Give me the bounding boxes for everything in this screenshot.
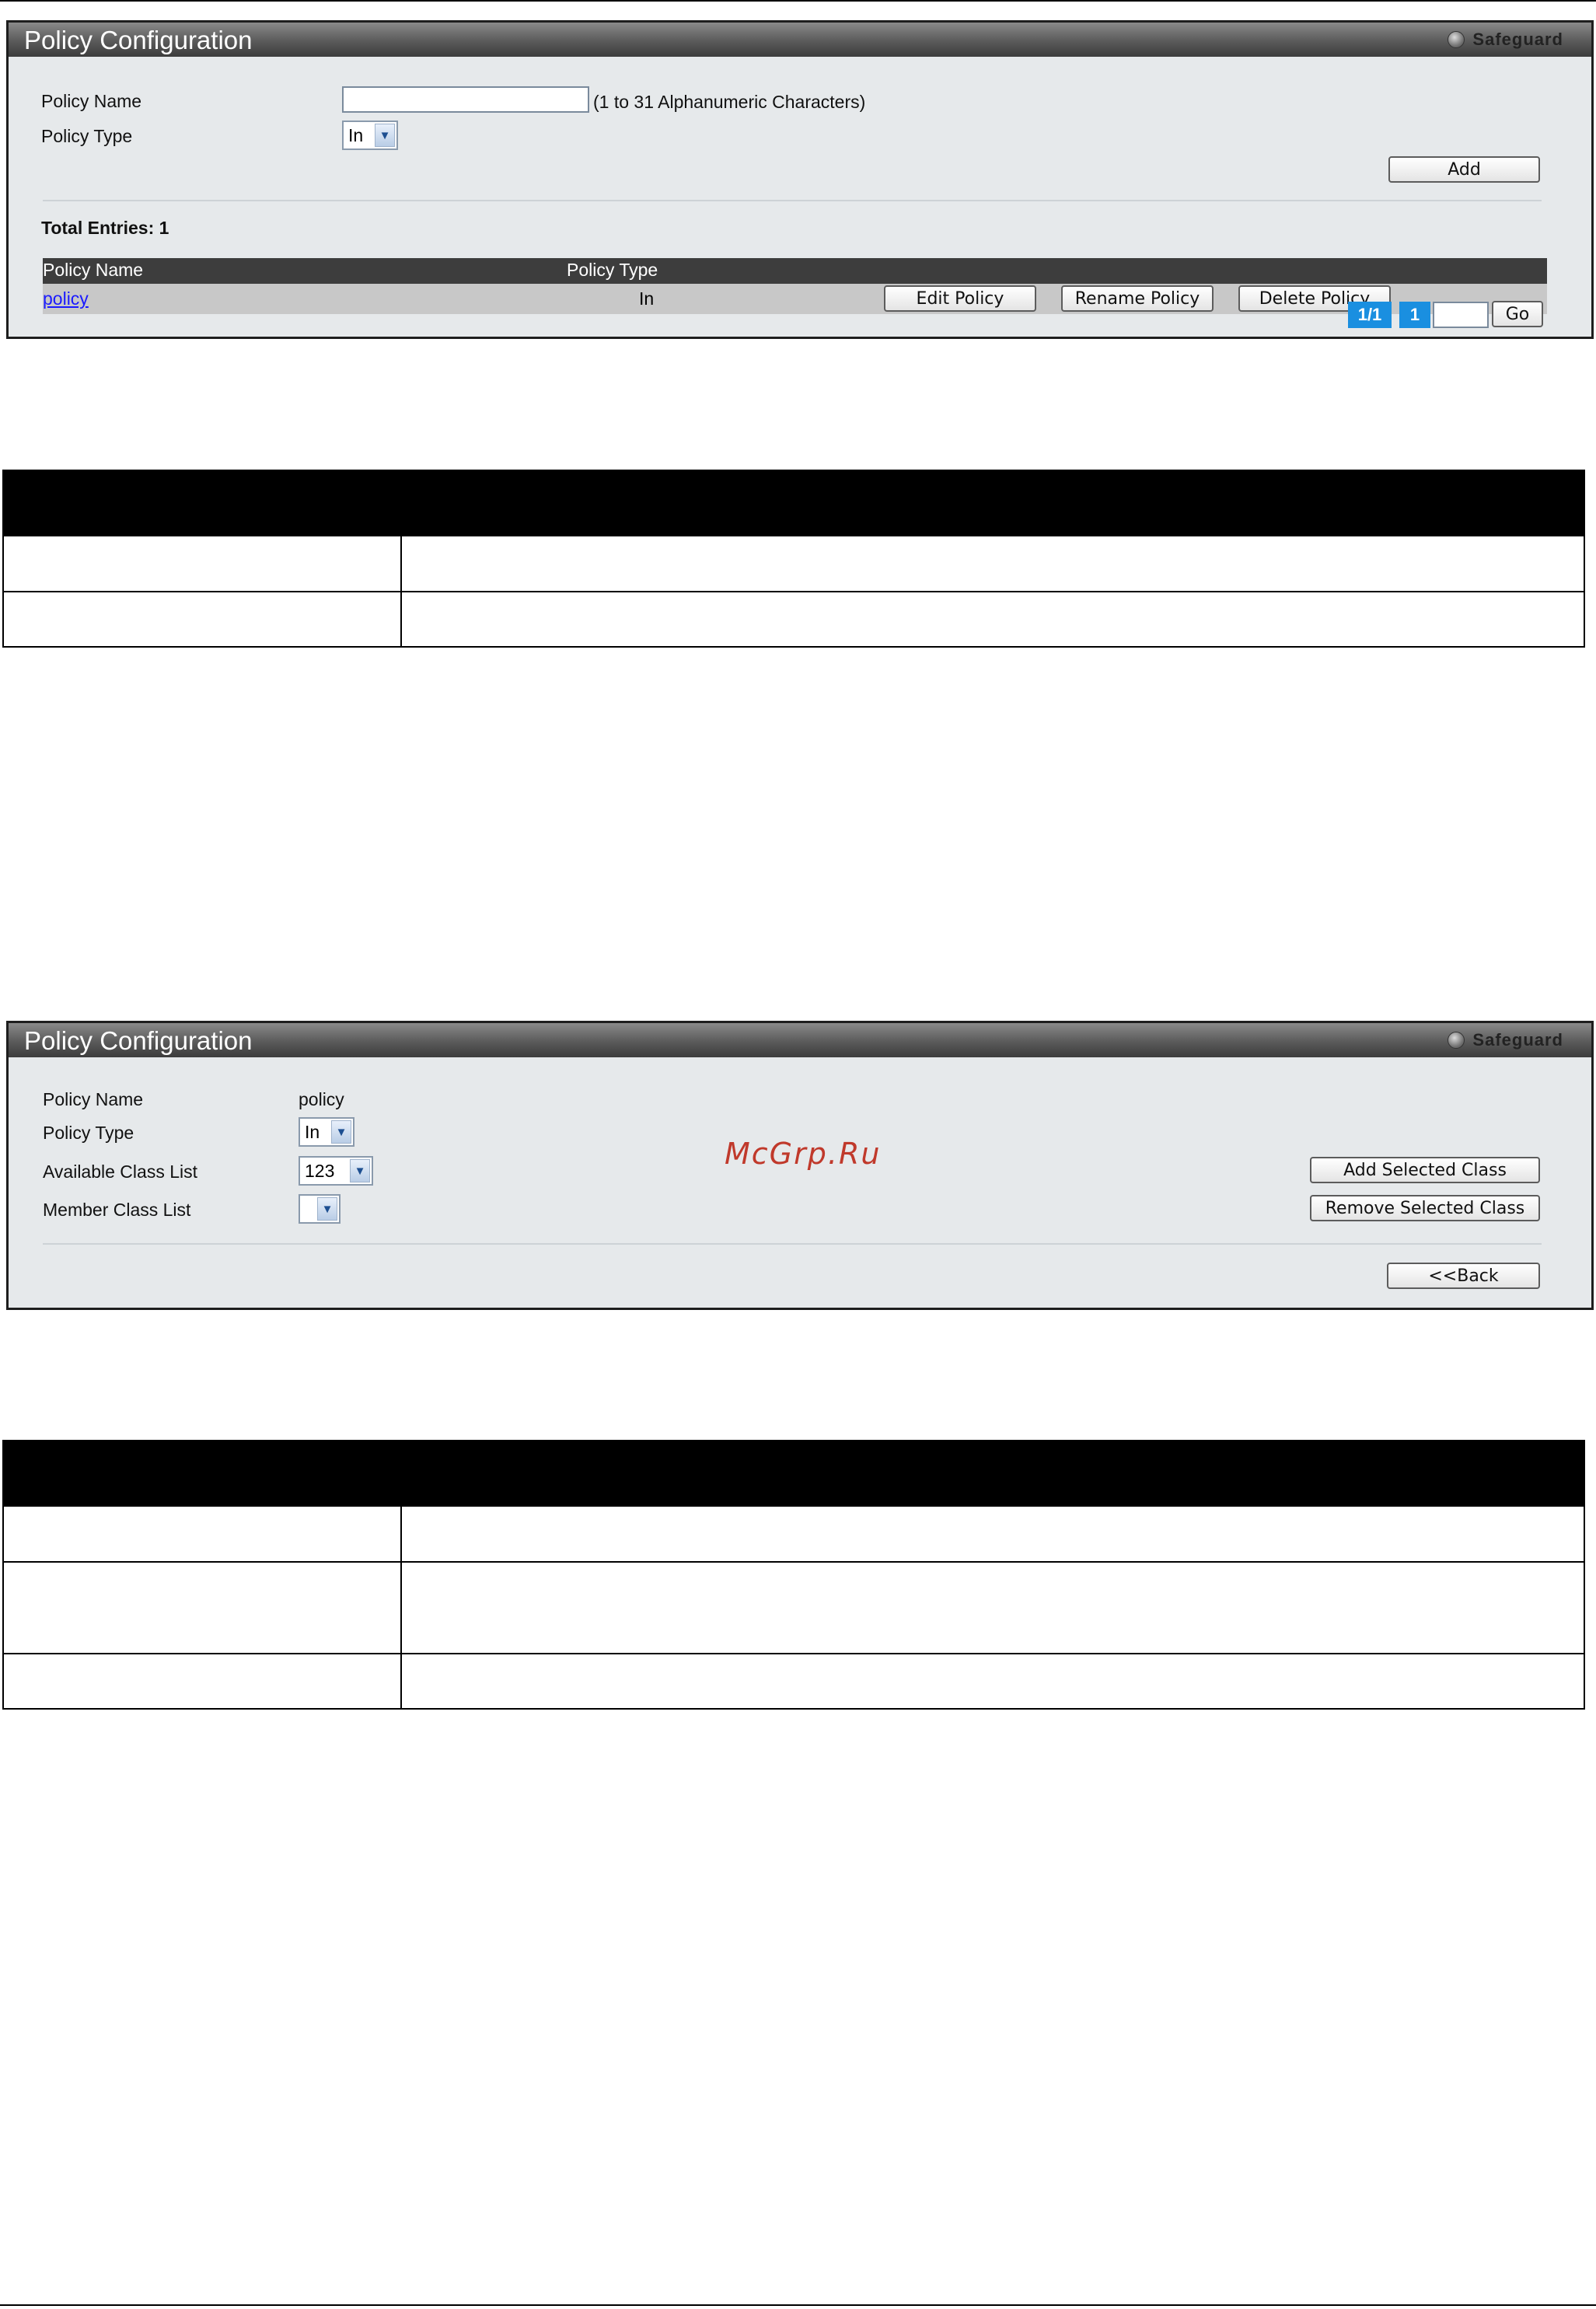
available-class-value: 123 <box>305 1160 335 1181</box>
available-class-list-label: Available Class List <box>43 1161 198 1182</box>
table-row <box>2 591 1585 648</box>
member-class-list-label: Member Class List <box>43 1200 191 1220</box>
parameter-cell <box>2 591 402 648</box>
table-row <box>2 1505 1585 1563</box>
policy-name-hint: (1 to 31 Alphanumeric Characters) <box>593 92 866 112</box>
bottom-rule <box>0 2304 1596 2306</box>
parameter-table-2 <box>2 1440 1585 1710</box>
top-rule <box>0 0 1596 2</box>
panel-header: Policy Configuration Safeguard <box>9 1023 1591 1057</box>
panel-title: Policy Configuration <box>24 26 253 54</box>
page-number-link[interactable]: 1 <box>1399 302 1430 328</box>
policy-name-value: policy <box>299 1089 344 1109</box>
description-cell <box>400 1505 1585 1563</box>
panel-title: Policy Configuration <box>24 1026 253 1055</box>
policy-link[interactable]: policy <box>43 288 89 309</box>
policy-name-label: Policy Name <box>43 1089 144 1109</box>
safeguard-label: Safeguard <box>1472 30 1563 49</box>
goto-page-input[interactable] <box>1433 302 1489 328</box>
policy-type-select[interactable]: In ▼ <box>299 1117 354 1147</box>
safeguard-indicator: Safeguard <box>1448 1030 1563 1050</box>
parameter-cell <box>2 1561 402 1654</box>
available-class-list-select[interactable]: 123 ▼ <box>299 1156 373 1186</box>
parameter-table-1 <box>2 470 1585 648</box>
parameter-cell <box>2 535 402 592</box>
member-class-list-select[interactable]: ▼ <box>299 1194 341 1224</box>
panel-header: Policy Configuration Safeguard <box>9 23 1591 57</box>
policy-type-cell: In <box>639 288 655 309</box>
chevron-down-icon[interactable]: ▼ <box>317 1197 337 1221</box>
safeguard-label: Safeguard <box>1472 1030 1563 1050</box>
back-button[interactable]: <<Back <box>1387 1263 1540 1289</box>
chevron-down-icon[interactable]: ▼ <box>375 124 395 147</box>
policy-type-value: In <box>305 1121 320 1142</box>
description-cell <box>400 1561 1585 1654</box>
policy-type-value: In <box>348 124 364 145</box>
table-header-row <box>2 1440 1585 1507</box>
total-entries: Total Entries: 1 <box>41 218 169 238</box>
chevron-down-icon[interactable]: ▼ <box>350 1159 370 1182</box>
table-row <box>2 1653 1585 1710</box>
description-header <box>400 470 1585 536</box>
policy-type-select[interactable]: In ▼ <box>342 121 398 150</box>
description-header <box>400 1440 1585 1507</box>
page-indicator: 1/1 <box>1348 302 1392 328</box>
add-button[interactable]: Add <box>1388 156 1540 183</box>
description-cell <box>400 591 1585 648</box>
policy-name-input[interactable] <box>342 86 589 113</box>
safeguard-icon <box>1448 31 1465 48</box>
safeguard-icon <box>1448 1032 1465 1049</box>
chevron-down-icon[interactable]: ▼ <box>331 1120 351 1144</box>
table-header: Policy Name Policy Type <box>43 258 1547 284</box>
parameter-header <box>2 1440 402 1507</box>
watermark: McGrp.Ru <box>725 1137 882 1171</box>
table-row: policy In Edit Policy Rename Policy Dele… <box>43 284 1547 314</box>
parameter-header <box>2 470 402 536</box>
policy-type-label: Policy Type <box>43 1123 134 1143</box>
table-row <box>2 535 1585 592</box>
remove-selected-class-button[interactable]: Remove Selected Class <box>1310 1195 1540 1221</box>
table-row <box>2 1561 1585 1654</box>
policy-type-label: Policy Type <box>41 126 133 146</box>
column-policy-name: Policy Name <box>43 260 144 280</box>
add-selected-class-button[interactable]: Add Selected Class <box>1310 1157 1540 1183</box>
divider <box>43 1243 1542 1245</box>
column-policy-type: Policy Type <box>567 260 658 280</box>
table-header-row <box>2 470 1585 536</box>
safeguard-indicator: Safeguard <box>1448 30 1563 50</box>
policy-name-label: Policy Name <box>41 91 142 111</box>
go-button[interactable]: Go <box>1492 301 1543 327</box>
description-cell <box>400 535 1585 592</box>
policy-list-panel: Policy Configuration Safeguard Policy Na… <box>6 20 1594 339</box>
edit-policy-button[interactable]: Edit Policy <box>884 285 1036 312</box>
divider <box>43 200 1542 201</box>
parameter-cell <box>2 1653 402 1710</box>
rename-policy-button[interactable]: Rename Policy <box>1061 285 1214 312</box>
parameter-cell <box>2 1505 402 1563</box>
description-cell <box>400 1653 1585 1710</box>
